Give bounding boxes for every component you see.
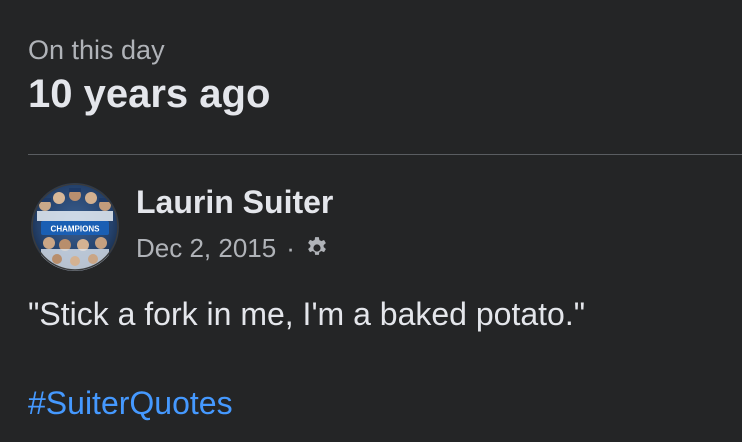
memory-period: 10 years ago [28,72,271,116]
post-date[interactable]: Dec 2, 2015 [136,233,276,264]
memory-label: On this day [28,35,165,65]
post-meta: Dec 2, 2015 · [136,230,330,266]
hashtag-link[interactable]: #SuiterQuotes [28,382,233,424]
memory-header: On this day 10 years ago [28,30,270,118]
divider [28,154,742,155]
avatar[interactable]: CHAMPIONS [31,183,119,271]
gear-icon[interactable] [304,235,330,261]
post-text: "Stick a fork in me, I'm a baked potato.… [28,296,586,332]
avatar-banner-text: CHAMPIONS [51,225,101,234]
avatar-image: CHAMPIONS [31,183,119,271]
author-name[interactable]: Laurin Suiter [136,182,333,222]
meta-separator: · [286,232,295,263]
